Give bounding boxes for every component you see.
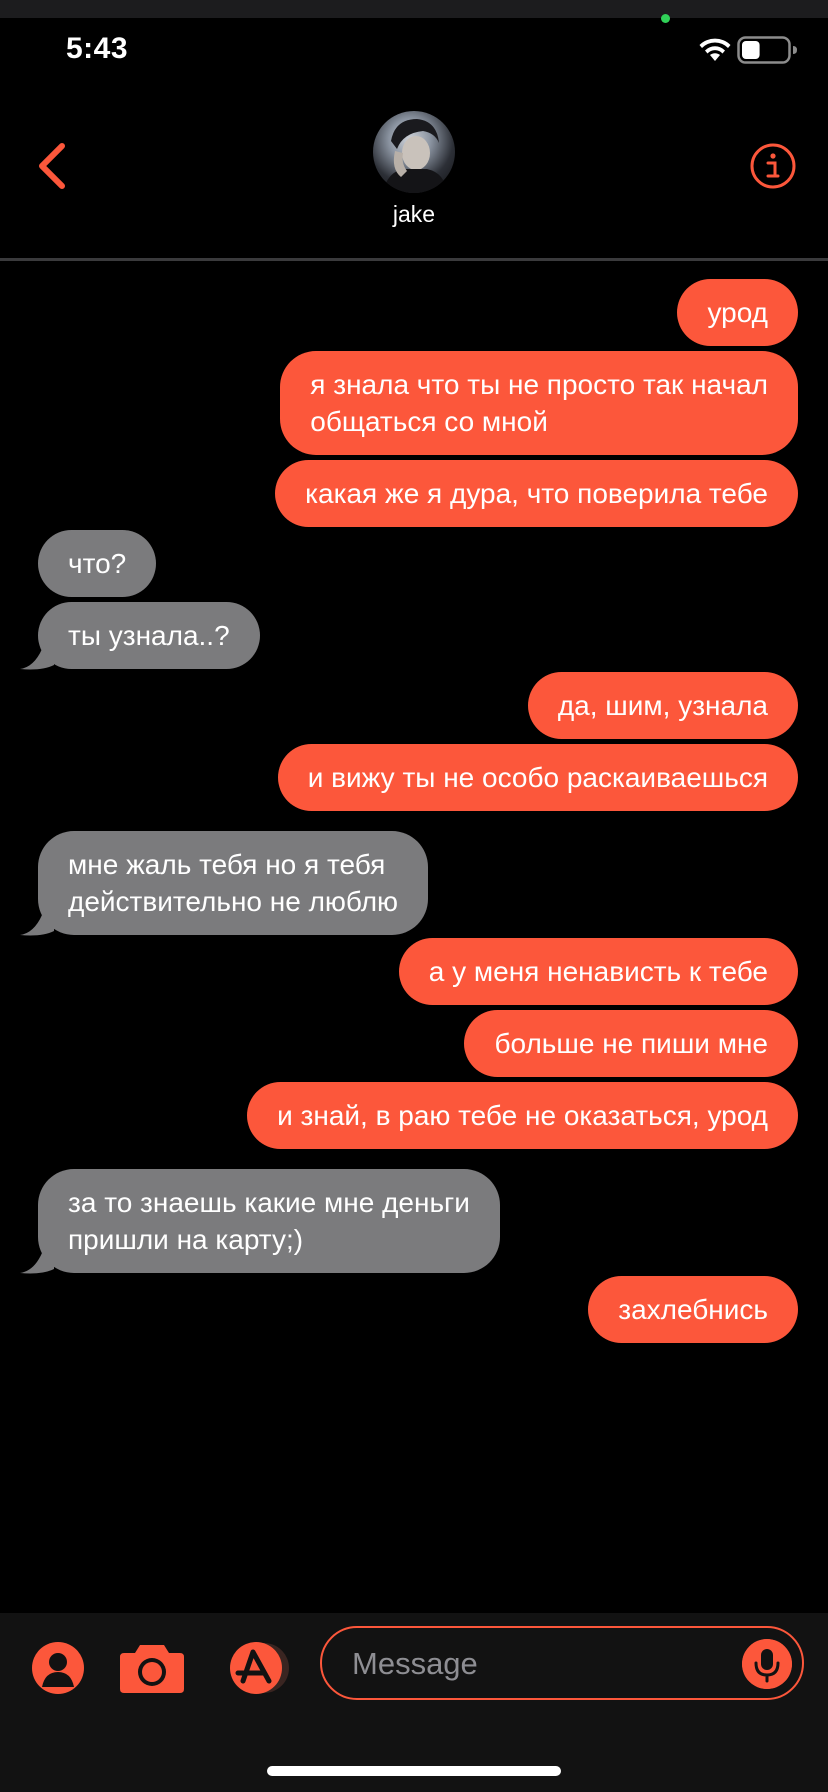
bubble-tail xyxy=(20,1253,54,1274)
microphone-icon[interactable] xyxy=(742,1639,792,1689)
incoming-message-bubble[interactable]: ты узнала..? xyxy=(38,602,260,669)
message-text-line: и вижу ты не особо раскаиваешься xyxy=(307,762,768,793)
home-indicator xyxy=(267,1766,561,1776)
battery-icon xyxy=(737,36,797,64)
outgoing-message-bubble[interactable]: я знала что ты не просто так начал общать… xyxy=(280,351,798,455)
message-input[interactable]: Message xyxy=(320,1626,804,1700)
message-placeholder: Message xyxy=(352,1646,478,1681)
conversation-header: jake xyxy=(0,90,828,258)
message-text-line: какая же я дура, что поверила тебе xyxy=(305,478,768,509)
camera-icon[interactable] xyxy=(118,1641,186,1695)
bubble-tail xyxy=(20,915,54,936)
outgoing-message-bubble[interactable]: захлебнись xyxy=(588,1276,798,1343)
message-text-line: ты узнала..? xyxy=(68,620,230,651)
contact-name[interactable]: jake xyxy=(0,201,828,228)
outgoing-message-bubble[interactable]: а у меня ненависть к тебе xyxy=(398,938,798,1005)
message-text-line: и знай, в раю тебе не оказаться, урод xyxy=(277,1100,768,1131)
outgoing-message-bubble[interactable]: да, шим, узнала xyxy=(527,672,798,739)
contact-avatar[interactable] xyxy=(373,111,455,193)
outgoing-message-bubble[interactable]: и вижу ты не особо раскаиваешься xyxy=(277,744,798,811)
status-time: 5:43 xyxy=(66,32,129,65)
message-text-line: за то знаешь какие мне деньги xyxy=(68,1187,470,1218)
message-text-line: общаться со мной xyxy=(310,406,548,437)
message-text-line: пришли на карту;) xyxy=(68,1224,304,1255)
outgoing-message-bubble[interactable]: какая же я дура, что поверила тебе xyxy=(275,460,798,527)
status-bar: 5:43 xyxy=(0,18,828,82)
bubble-tail xyxy=(20,649,54,670)
incoming-message-bubble[interactable]: за то знаешь какие мне деньги пришли на к… xyxy=(38,1169,500,1273)
message-text-line: урод xyxy=(707,297,768,328)
outgoing-message-bubble[interactable]: больше не пиши мне xyxy=(464,1010,798,1077)
message-thread[interactable]: урод я знала что ты не просто так начал об… xyxy=(0,261,828,1613)
incoming-message-bubble[interactable]: что? xyxy=(38,530,157,597)
message-text-line: я знала что ты не просто так начал xyxy=(310,369,768,400)
incoming-message-bubble[interactable]: мне жаль тебя но я тебя действительно не … xyxy=(38,831,429,935)
back-chevron-icon[interactable] xyxy=(30,138,74,194)
top-strip xyxy=(0,0,828,18)
info-circle-icon[interactable] xyxy=(748,141,798,191)
message-text-line: мне жаль тебя но я тебя xyxy=(68,849,386,880)
app-store-icon[interactable] xyxy=(222,1640,292,1696)
message-text-line: больше не пиши мне xyxy=(494,1028,768,1059)
person-icon[interactable] xyxy=(31,1641,85,1695)
message-text-line: захлебнись xyxy=(618,1294,768,1325)
message-text-line: да, шим, узнала xyxy=(557,690,768,721)
outgoing-message-bubble[interactable]: и знай, в раю тебе не оказаться, урод xyxy=(247,1082,798,1149)
outgoing-message-bubble[interactable]: урод xyxy=(677,279,798,346)
message-text-line: а у меня ненависть к тебе xyxy=(428,956,768,987)
message-text-line: что? xyxy=(68,548,127,579)
message-text-line: действительно не люблю xyxy=(68,886,399,917)
wifi-icon xyxy=(699,38,731,61)
